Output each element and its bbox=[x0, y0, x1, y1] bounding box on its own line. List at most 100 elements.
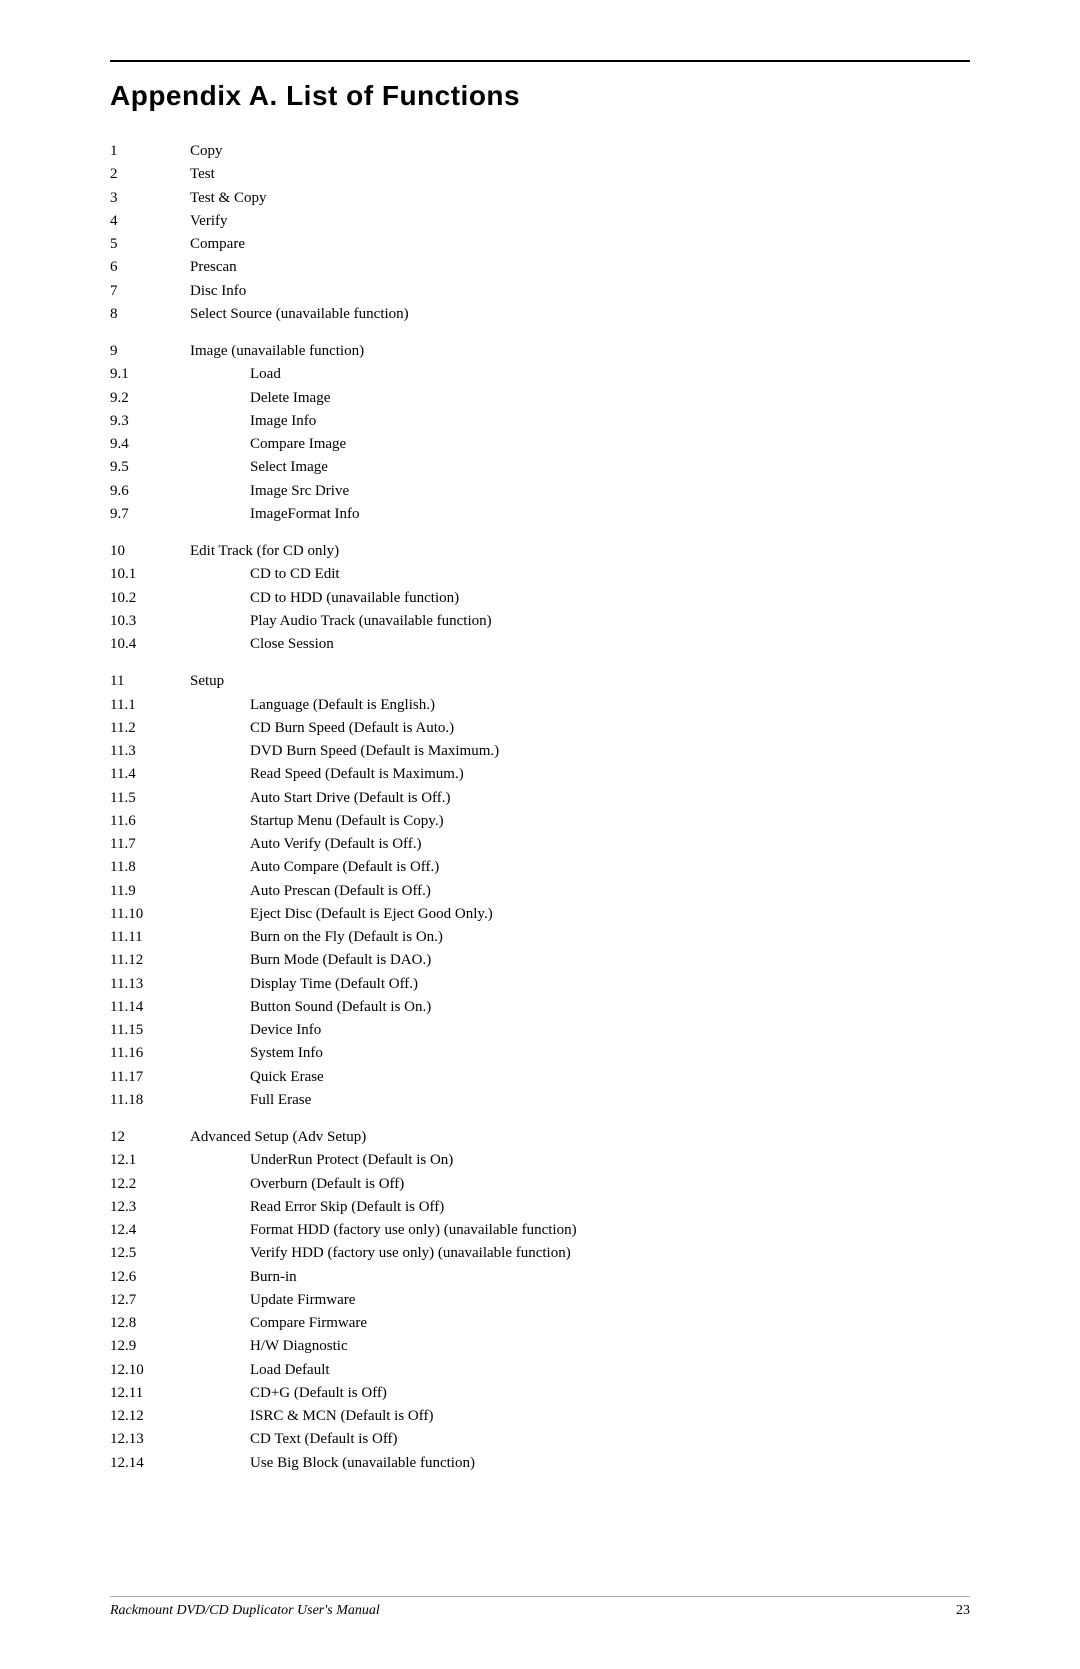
list-item: 12.10Load Default bbox=[110, 1359, 970, 1382]
list-item: 8Select Source (unavailable function) bbox=[110, 303, 970, 326]
list-item: 2Test bbox=[110, 163, 970, 186]
item-number: 11.13 bbox=[110, 973, 190, 996]
list-item: 11.2CD Burn Speed (Default is Auto.) bbox=[110, 717, 970, 740]
item-label: Play Audio Track (unavailable function) bbox=[190, 610, 970, 633]
item-number: 10.4 bbox=[110, 633, 190, 656]
list-item: 9.4Compare Image bbox=[110, 433, 970, 456]
item-label: Image (unavailable function) bbox=[190, 340, 970, 363]
list-item: 10.4Close Session bbox=[110, 633, 970, 656]
item-label: Auto Start Drive (Default is Off.) bbox=[190, 787, 970, 810]
list-item: 9.5Select Image bbox=[110, 456, 970, 479]
item-label: CD to HDD (unavailable function) bbox=[190, 587, 970, 610]
list-item: 11.16System Info bbox=[110, 1042, 970, 1065]
list-item: 11.8Auto Compare (Default is Off.) bbox=[110, 856, 970, 879]
item-label: Test & Copy bbox=[190, 187, 970, 210]
list-item: 12.14Use Big Block (unavailable function… bbox=[110, 1452, 970, 1475]
list-item: 11.15Device Info bbox=[110, 1019, 970, 1042]
list-item: 9.7ImageFormat Info bbox=[110, 503, 970, 526]
item-number: 10 bbox=[110, 540, 190, 563]
item-label: Update Firmware bbox=[190, 1289, 970, 1312]
item-number: 12 bbox=[110, 1126, 190, 1149]
list-item: 12.2Overburn (Default is Off) bbox=[110, 1173, 970, 1196]
list-item: 7Disc Info bbox=[110, 280, 970, 303]
item-number: 6 bbox=[110, 256, 190, 279]
list-item: 5Compare bbox=[110, 233, 970, 256]
item-number: 9.1 bbox=[110, 363, 190, 386]
item-number: 11.10 bbox=[110, 903, 190, 926]
list-item: 12.7Update Firmware bbox=[110, 1289, 970, 1312]
item-number: 12.3 bbox=[110, 1196, 190, 1219]
item-label: Auto Verify (Default is Off.) bbox=[190, 833, 970, 856]
item-number: 9 bbox=[110, 340, 190, 363]
list-item: 11.4Read Speed (Default is Maximum.) bbox=[110, 763, 970, 786]
list-item: 4Verify bbox=[110, 210, 970, 233]
list-item: 11.5Auto Start Drive (Default is Off.) bbox=[110, 787, 970, 810]
item-number: 2 bbox=[110, 163, 190, 186]
item-label: Verify bbox=[190, 210, 970, 233]
list-item: 11.1Language (Default is English.) bbox=[110, 694, 970, 717]
list-item: 12.9H/W Diagnostic bbox=[110, 1335, 970, 1358]
item-label: H/W Diagnostic bbox=[190, 1335, 970, 1358]
item-number: 12.8 bbox=[110, 1312, 190, 1335]
item-label: Disc Info bbox=[190, 280, 970, 303]
list-item: 6Prescan bbox=[110, 256, 970, 279]
item-label: Burn-in bbox=[190, 1266, 970, 1289]
item-number: 9.3 bbox=[110, 410, 190, 433]
item-label: Copy bbox=[190, 140, 970, 163]
item-label: Compare bbox=[190, 233, 970, 256]
item-number: 10.1 bbox=[110, 563, 190, 586]
item-number: 9.7 bbox=[110, 503, 190, 526]
list-item: 11.18Full Erase bbox=[110, 1089, 970, 1112]
item-number: 1 bbox=[110, 140, 190, 163]
top-border bbox=[110, 60, 970, 62]
item-label: Format HDD (factory use only) (unavailab… bbox=[190, 1219, 970, 1242]
item-number: 11.17 bbox=[110, 1066, 190, 1089]
list-item: 3Test & Copy bbox=[110, 187, 970, 210]
item-number: 11.4 bbox=[110, 763, 190, 786]
item-label: Select Source (unavailable function) bbox=[190, 303, 970, 326]
item-label: Startup Menu (Default is Copy.) bbox=[190, 810, 970, 833]
item-number: 11.9 bbox=[110, 880, 190, 903]
item-number: 12.1 bbox=[110, 1149, 190, 1172]
item-label: Use Big Block (unavailable function) bbox=[190, 1452, 970, 1475]
item-label: Overburn (Default is Off) bbox=[190, 1173, 970, 1196]
item-number: 11.8 bbox=[110, 856, 190, 879]
list-item: 12.8Compare Firmware bbox=[110, 1312, 970, 1335]
list-item: 12.11CD+G (Default is Off) bbox=[110, 1382, 970, 1405]
item-number: 12.2 bbox=[110, 1173, 190, 1196]
item-number: 12.10 bbox=[110, 1359, 190, 1382]
list-item: 12.6Burn-in bbox=[110, 1266, 970, 1289]
footer: Rackmount DVD/CD Duplicator User's Manua… bbox=[110, 1596, 970, 1619]
list-item: 11.7Auto Verify (Default is Off.) bbox=[110, 833, 970, 856]
function-list: 1Copy2Test3Test & Copy4Verify5Compare6Pr… bbox=[110, 140, 970, 1475]
item-label: CD+G (Default is Off) bbox=[190, 1382, 970, 1405]
list-item: 9.1Load bbox=[110, 363, 970, 386]
item-number: 12.4 bbox=[110, 1219, 190, 1242]
item-number: 11.18 bbox=[110, 1089, 190, 1112]
list-item: 10.1CD to CD Edit bbox=[110, 563, 970, 586]
list-item: 11.12Burn Mode (Default is DAO.) bbox=[110, 949, 970, 972]
list-item: 11.14Button Sound (Default is On.) bbox=[110, 996, 970, 1019]
list-item: 1Copy bbox=[110, 140, 970, 163]
item-number: 11.15 bbox=[110, 1019, 190, 1042]
item-label: Setup bbox=[190, 670, 970, 693]
item-number: 12.11 bbox=[110, 1382, 190, 1405]
list-item: 12.12ISRC & MCN (Default is Off) bbox=[110, 1405, 970, 1428]
item-number: 10.2 bbox=[110, 587, 190, 610]
item-number: 7 bbox=[110, 280, 190, 303]
list-item: 12.5Verify HDD (factory use only) (unava… bbox=[110, 1242, 970, 1265]
item-number: 9.6 bbox=[110, 480, 190, 503]
list-item: 9Image (unavailable function) bbox=[110, 340, 970, 363]
item-number: 11.2 bbox=[110, 717, 190, 740]
item-number: 12.6 bbox=[110, 1266, 190, 1289]
list-item: 12.4Format HDD (factory use only) (unava… bbox=[110, 1219, 970, 1242]
item-number: 5 bbox=[110, 233, 190, 256]
list-item: 12.3Read Error Skip (Default is Off) bbox=[110, 1196, 970, 1219]
item-label: Eject Disc (Default is Eject Good Only.) bbox=[190, 903, 970, 926]
list-item: 11.3DVD Burn Speed (Default is Maximum.) bbox=[110, 740, 970, 763]
page: Appendix A. List of Functions 1Copy2Test… bbox=[0, 0, 1080, 1669]
list-item: 10.3Play Audio Track (unavailable functi… bbox=[110, 610, 970, 633]
item-label: Image Info bbox=[190, 410, 970, 433]
item-number: 12.12 bbox=[110, 1405, 190, 1428]
item-label: ISRC & MCN (Default is Off) bbox=[190, 1405, 970, 1428]
